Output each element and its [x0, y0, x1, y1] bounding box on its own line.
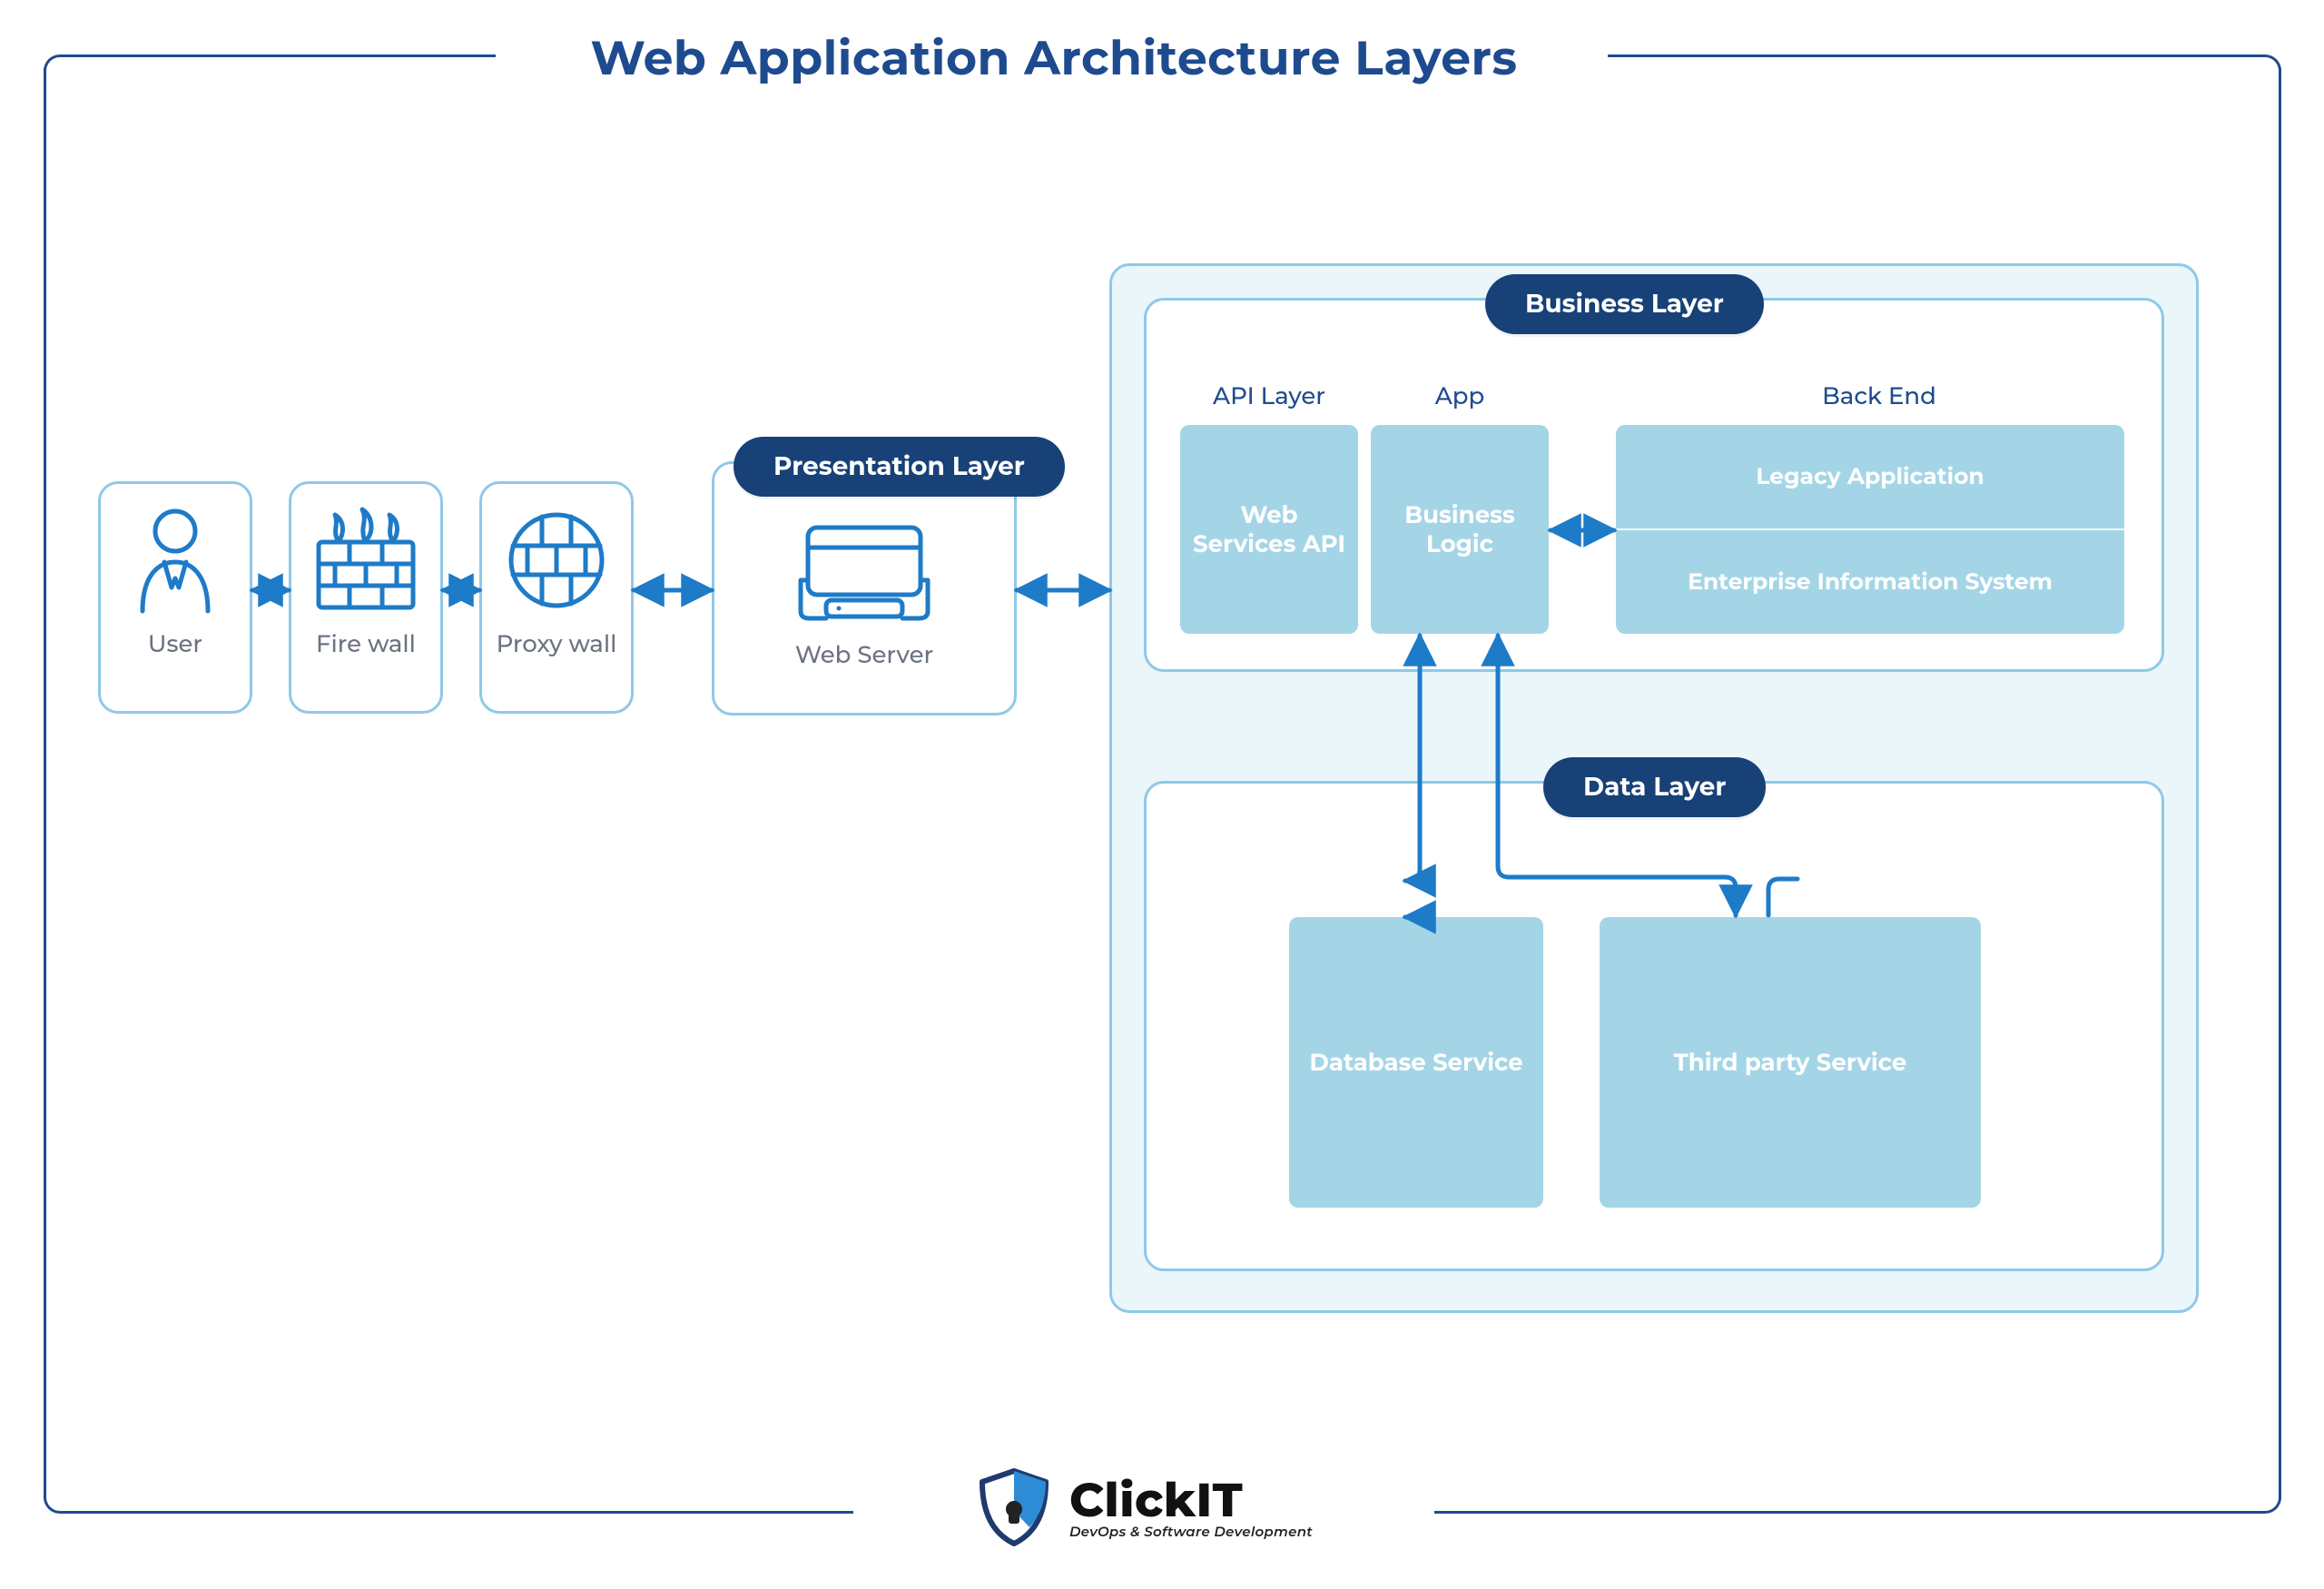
user-label: User	[148, 629, 202, 658]
col-api: API Layer	[1180, 381, 1358, 410]
shield-icon	[975, 1466, 1053, 1549]
firewall-label: Fire wall	[316, 629, 416, 658]
presentation-node: Web Server	[712, 461, 1017, 716]
business-layer-pill: Business Layer	[1485, 274, 1764, 334]
firewall-icon	[313, 504, 419, 613]
tile-backend-group: Legacy Application Enterprise Informatio…	[1616, 425, 2124, 634]
firewall-node: Fire wall	[289, 481, 443, 714]
presentation-layer-pill: Presentation Layer	[734, 437, 1065, 497]
user-icon	[132, 504, 219, 613]
user-node: User	[98, 481, 252, 714]
server-icon	[799, 520, 930, 620]
tile-eis: Enterprise Information System	[1616, 530, 2124, 634]
logo-tag: DevOps & Software Development	[1069, 1525, 1313, 1538]
tile-database: Database Service	[1289, 917, 1543, 1208]
tile-business-logic: Business Logic	[1371, 425, 1549, 634]
tile-third-party: Third party Service	[1600, 917, 1981, 1208]
tile-web-services: Web Services API	[1180, 425, 1358, 634]
proxy-icon	[506, 504, 607, 613]
proxy-node: Proxy wall	[479, 481, 634, 714]
tile-legacy: Legacy Application	[1616, 425, 2124, 528]
clickit-logo: ClickIT DevOps & Software Development	[853, 1453, 1434, 1562]
data-layer-pill: Data Layer	[1543, 757, 1766, 817]
proxy-label: Proxy wall	[497, 629, 617, 658]
logo-name: ClickIT	[1069, 1477, 1313, 1525]
col-backend: Back End	[1707, 381, 2052, 410]
frame-top-right	[1608, 54, 2281, 85]
diagram-title: Web Application Architecture Layers	[514, 30, 1594, 87]
frame-top-left	[44, 54, 496, 85]
webserver-label: Web Server	[795, 640, 933, 669]
diagram-canvas: Web Application Architecture Layers User	[0, 0, 2324, 1589]
col-app: App	[1371, 381, 1549, 410]
